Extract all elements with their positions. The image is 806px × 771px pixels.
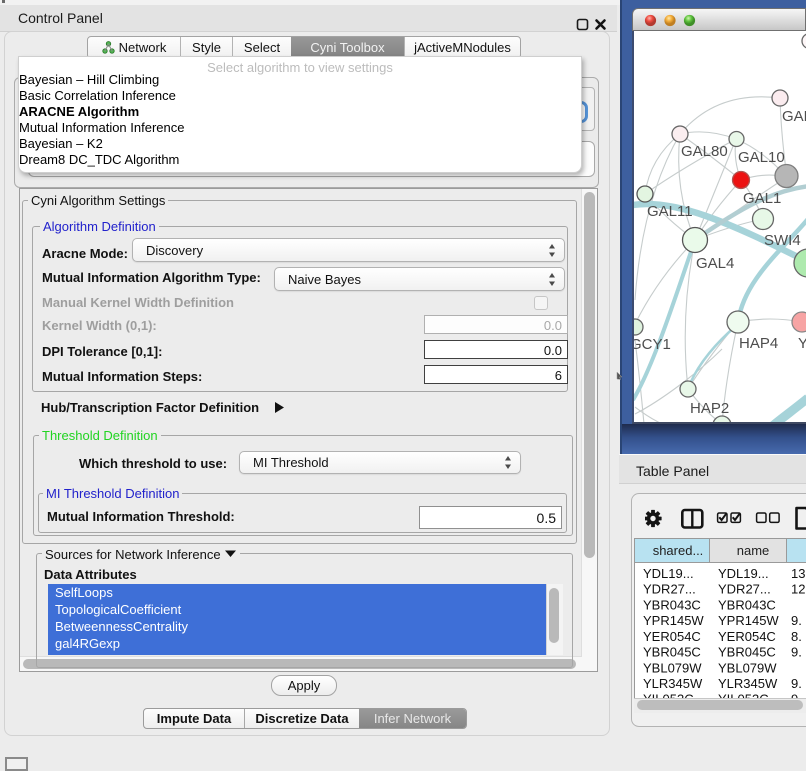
svg-text:YBL079W: YBL079W bbox=[643, 660, 702, 675]
svg-text:YDL19...: YDL19... bbox=[643, 566, 694, 581]
svg-text:12: 12 bbox=[791, 582, 805, 597]
svg-text:9.: 9. bbox=[791, 645, 802, 660]
svg-text:YPR145W: YPR145W bbox=[718, 613, 779, 628]
svg-text:HAP4: HAP4 bbox=[739, 335, 778, 352]
svg-text:9.: 9. bbox=[791, 613, 802, 628]
svg-text:GAL11: GAL11 bbox=[647, 203, 693, 220]
svg-text:SWI4: SWI4 bbox=[764, 232, 801, 249]
svg-text:GAL1: GAL1 bbox=[743, 190, 781, 207]
svg-text:Y: Y bbox=[798, 335, 806, 352]
svg-text:8.: 8. bbox=[791, 629, 802, 644]
svg-text:GCY1: GCY1 bbox=[634, 336, 671, 353]
svg-text:YBR045C: YBR045C bbox=[643, 645, 701, 660]
svg-text:13: 13 bbox=[791, 566, 805, 581]
svg-text:GAL10: GAL10 bbox=[738, 149, 785, 166]
svg-text:GAL4: GAL4 bbox=[696, 255, 734, 272]
svg-text:YER054C: YER054C bbox=[718, 629, 776, 644]
svg-text:YBR045C: YBR045C bbox=[718, 645, 776, 660]
svg-text:YLR345W: YLR345W bbox=[643, 676, 703, 691]
svg-text:YBR043C: YBR043C bbox=[643, 597, 701, 612]
svg-text:YER054C: YER054C bbox=[643, 629, 701, 644]
svg-text:9.: 9. bbox=[791, 676, 802, 691]
svg-text:YDR27...: YDR27... bbox=[718, 582, 771, 597]
svg-text:YBR043C: YBR043C bbox=[718, 597, 776, 612]
svg-text:YPR145W: YPR145W bbox=[643, 613, 704, 628]
svg-text:YBL079W: YBL079W bbox=[718, 660, 777, 675]
svg-text:GAL80: GAL80 bbox=[681, 143, 728, 160]
svg-text:YDR27...: YDR27... bbox=[643, 582, 696, 597]
svg-text:YDL19...: YDL19... bbox=[718, 566, 769, 581]
svg-text:GAL7: GAL7 bbox=[782, 108, 806, 125]
svg-text:HAP2: HAP2 bbox=[690, 400, 729, 417]
svg-text:YLR345W: YLR345W bbox=[718, 676, 778, 691]
